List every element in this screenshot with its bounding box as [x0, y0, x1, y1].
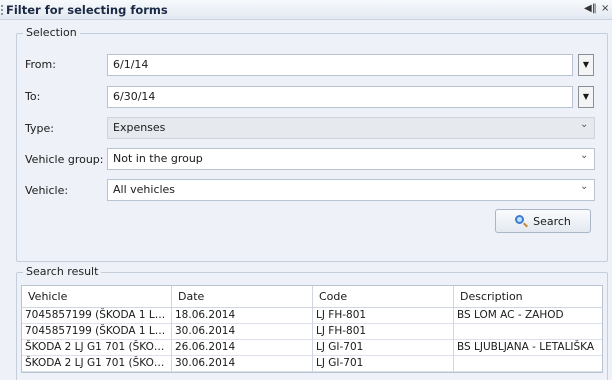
vehicle-cell: ŠKODA 2 LJ G1 701 (ŠKODA 2 LJ GI-701) — [22, 340, 172, 356]
pin-icon[interactable]: ◀‖ — [584, 3, 597, 14]
to-date-dropdown[interactable]: ▼ — [578, 86, 594, 108]
selection-group: Selection From: 6/1/14 ▼ To: 6/30/14 ▼ T… — [16, 26, 608, 262]
description-cell: BS LOM AC - ZAHOD — [454, 308, 602, 324]
column-header-description[interactable]: Description — [454, 286, 602, 307]
window-title: Filter for selecting forms — [6, 3, 168, 17]
search-result-label: Search result — [23, 265, 102, 278]
column-header-code[interactable]: Code — [313, 286, 454, 307]
date-cell: 30.06.2014 — [172, 356, 313, 372]
vehicle-cell: 7045857199 (ŠKODA 1 LJ FH-801) — [22, 324, 172, 340]
vehicle-group-select[interactable]: Not in the group — [107, 148, 595, 170]
selection-group-label: Selection — [23, 26, 80, 39]
vehicle-cell: 7045857199 (ŠKODA 1 LJ FH-801) — [22, 308, 172, 324]
search-button-label: Search — [533, 214, 571, 228]
date-cell: 18.06.2014 — [172, 308, 313, 324]
to-date-field[interactable]: 6/30/14 — [107, 86, 573, 108]
chevron-down-icon[interactable]: ⌄ — [580, 150, 588, 161]
window-titlebar: Filter for selecting forms ◀‖ × — [0, 0, 612, 20]
from-date-dropdown[interactable]: ▼ — [578, 54, 594, 76]
to-label: To: — [25, 90, 41, 103]
table-header: Vehicle Date Code Description — [22, 286, 602, 308]
from-date-field[interactable]: 6/1/14 — [107, 54, 573, 76]
date-cell: 30.06.2014 — [172, 324, 313, 340]
column-header-date[interactable]: Date — [172, 286, 313, 307]
table-row[interactable]: 7045857199 (ŠKODA 1 LJ FH-801) 18.06.201… — [22, 308, 602, 324]
description-cell — [454, 324, 602, 340]
description-cell: BS LJUBLJANA - LETALIŠKA — [454, 340, 602, 356]
close-icon[interactable]: × — [601, 3, 609, 14]
chevron-down-icon[interactable]: ⌄ — [580, 181, 588, 192]
type-label: Type: — [25, 122, 54, 135]
code-cell: LJ GI-701 — [313, 356, 454, 372]
table-row[interactable]: 7045857199 (ŠKODA 1 LJ FH-801) 30.06.201… — [22, 324, 602, 340]
code-cell: LJ FH-801 — [313, 324, 454, 340]
description-cell — [454, 356, 602, 372]
from-label: From: — [25, 58, 56, 71]
vehicle-cell: ŠKODA 2 LJ G1 701 (ŠKODA 2 LJ GI-701) — [22, 356, 172, 372]
vehicle-select[interactable]: All vehicles — [107, 179, 595, 201]
date-cell: 26.06.2014 — [172, 340, 313, 356]
search-result-group: Search result Vehicle Date Code Descript… — [16, 265, 608, 380]
chevron-down-icon[interactable]: ⌄ — [580, 119, 588, 130]
filter-panel: Selection From: 6/1/14 ▼ To: 6/30/14 ▼ T… — [0, 20, 612, 380]
grip-icon[interactable] — [1, 5, 3, 16]
results-table: Vehicle Date Code Description 7045857199… — [21, 285, 603, 373]
search-button[interactable]: Search — [495, 209, 591, 233]
code-cell: LJ FH-801 — [313, 308, 454, 324]
vehicle-group-label: Vehicle group: — [25, 153, 104, 166]
table-row[interactable]: ŠKODA 2 LJ G1 701 (ŠKODA 2 LJ GI-701) 26… — [22, 340, 602, 356]
type-select[interactable]: Expenses — [107, 117, 595, 139]
search-icon — [515, 214, 529, 228]
code-cell: LJ GI-701 — [313, 340, 454, 356]
vehicle-label: Vehicle: — [25, 184, 69, 197]
table-row[interactable]: ŠKODA 2 LJ G1 701 (ŠKODA 2 LJ GI-701) 30… — [22, 356, 602, 372]
column-header-vehicle[interactable]: Vehicle — [22, 286, 172, 307]
